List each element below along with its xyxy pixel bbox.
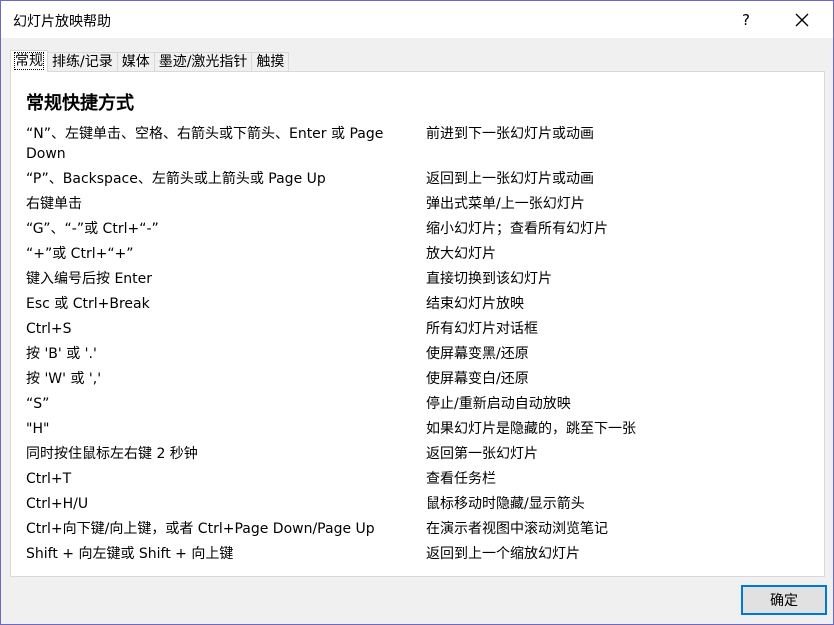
shortcut-row: “G”、“-”或 Ctrl+“-” 缩小幻灯片；查看所有幻灯片 [26, 219, 816, 239]
close-button[interactable] [779, 1, 825, 38]
shortcut-row: “+”或 Ctrl+“+” 放大幻灯片 [26, 244, 816, 264]
shortcut-row: “N”、左键单击、空格、右箭头或下箭头、Enter 或 Page Down 前进到… [26, 124, 816, 164]
shortcut-action: 停止/重新启动自动放映 [426, 396, 571, 412]
shortcut-action: 查看任务栏 [426, 471, 496, 487]
tab-rehearse-record[interactable]: 排练/记录 [47, 52, 118, 72]
shortcut-action: 前进到下一张幻灯片或动画 [426, 126, 594, 142]
tab-ink-laser-pointer[interactable]: 墨迹/激光指针 [153, 52, 253, 72]
help-button[interactable]: ? [723, 1, 769, 38]
shortcut-key: “N”、左键单击、空格、右箭头或下箭头、Enter 或 Page Down [26, 126, 384, 162]
shortcut-action: 使屏幕变黑/还原 [426, 346, 529, 362]
shortcut-row: Shift + 向左键或 Shift + 向上键 返回到上一个缩放幻灯片 [26, 544, 816, 564]
shortcut-key: Ctrl+向下键/向上键，或者 Ctrl+Page Down/Page Up [26, 521, 375, 537]
shortcut-action: 返回到上一个缩放幻灯片 [426, 546, 580, 562]
shortcut-row: "H" 如果幻灯片是隐藏的，跳至下一张 [26, 419, 816, 439]
shortcut-key: Ctrl+T [26, 471, 72, 487]
shortcut-action: 使屏幕变白/还原 [426, 371, 529, 387]
shortcut-action: 鼠标移动时隐藏/显示箭头 [426, 496, 585, 512]
shortcut-list: “N”、左键单击、空格、右箭头或下箭头、Enter 或 Page Down 前进到… [26, 124, 816, 569]
shortcut-key: 同时按住鼠标左右键 2 秒钟 [26, 446, 198, 462]
shortcut-row: Ctrl+T 查看任务栏 [26, 469, 816, 489]
shortcut-key: 按 'W' 或 ',' [26, 371, 102, 387]
shortcut-row: 按 'B' 或 '.' 使屏幕变黑/还原 [26, 344, 816, 364]
shortcut-action: 弹出式菜单/上一张幻灯片 [426, 196, 585, 212]
shortcut-key: “S” [26, 396, 50, 412]
shortcut-row: 右键单击 弹出式菜单/上一张幻灯片 [26, 194, 816, 214]
shortcut-action: 返回第一张幻灯片 [426, 446, 538, 462]
window-title: 幻灯片放映帮助 [13, 14, 111, 30]
shortcut-action: 在演示者视图中滚动浏览笔记 [426, 521, 608, 537]
shortcut-key: “G”、“-”或 Ctrl+“-” [26, 221, 159, 237]
shortcut-key: "H" [26, 421, 50, 437]
tab-strip: 常规 排练/记录 媒体 墨迹/激光指针 触摸 [10, 50, 290, 72]
tab-media[interactable]: 媒体 [116, 52, 155, 72]
shortcut-row: 同时按住鼠标左右键 2 秒钟 返回第一张幻灯片 [26, 444, 816, 464]
shortcut-action: 直接切换到该幻灯片 [426, 271, 552, 287]
tab-panel-general: 常规快捷方式 “N”、左键单击、空格、右箭头或下箭头、Enter 或 Page … [10, 71, 825, 577]
shortcut-key: Ctrl+S [26, 321, 72, 337]
shortcut-row: 按 'W' 或 ',' 使屏幕变白/还原 [26, 369, 816, 389]
tab-label: 常规 [14, 52, 44, 70]
shortcut-key: 按 'B' 或 '.' [26, 346, 97, 362]
tab-general[interactable]: 常规 [10, 50, 48, 72]
shortcut-action: 结束幻灯片放映 [426, 296, 524, 312]
shortcut-action: 放大幻灯片 [426, 246, 496, 262]
shortcut-row: “P”、Backspace、左箭头或上箭头或 Page Up 返回到上一张幻灯片或… [26, 169, 816, 189]
shortcut-key: “+”或 Ctrl+“+” [26, 246, 134, 262]
shortcut-action: 返回到上一张幻灯片或动画 [426, 171, 594, 187]
shortcut-row: “S” 停止/重新启动自动放映 [26, 394, 816, 414]
shortcut-key: 键入编号后按 Enter [26, 271, 153, 287]
close-icon [795, 13, 809, 26]
shortcut-key: Esc 或 Ctrl+Break [26, 296, 150, 312]
shortcut-action: 所有幻灯片对话框 [426, 321, 538, 337]
help-dialog: 幻灯片放映帮助 ? 常规 排练/记录 媒体 墨迹/激光指针 触摸 常规快捷方式 … [0, 0, 834, 625]
section-heading: 常规快捷方式 [26, 93, 134, 114]
shortcut-action: 缩小幻灯片；查看所有幻灯片 [426, 221, 608, 237]
shortcut-row: Esc 或 Ctrl+Break 结束幻灯片放映 [26, 294, 816, 314]
shortcut-row: Ctrl+向下键/向上键，或者 Ctrl+Page Down/Page Up 在演… [26, 519, 816, 539]
tab-touch[interactable]: 触摸 [251, 52, 290, 72]
shortcut-row: Ctrl+H/U 鼠标移动时隐藏/显示箭头 [26, 494, 816, 514]
shortcut-row: 键入编号后按 Enter 直接切换到该幻灯片 [26, 269, 816, 289]
title-bar: 幻灯片放映帮助 ? [1, 1, 833, 38]
shortcut-key: 右键单击 [26, 196, 82, 212]
shortcut-row: Ctrl+S 所有幻灯片对话框 [26, 319, 816, 339]
shortcut-key: Ctrl+H/U [26, 496, 89, 512]
ok-button[interactable]: 确定 [741, 585, 827, 615]
shortcut-key: “P”、Backspace、左箭头或上箭头或 Page Up [26, 171, 326, 187]
shortcut-key: Shift + 向左键或 Shift + 向上键 [26, 546, 234, 562]
shortcut-action: 如果幻灯片是隐藏的，跳至下一张 [426, 421, 636, 437]
